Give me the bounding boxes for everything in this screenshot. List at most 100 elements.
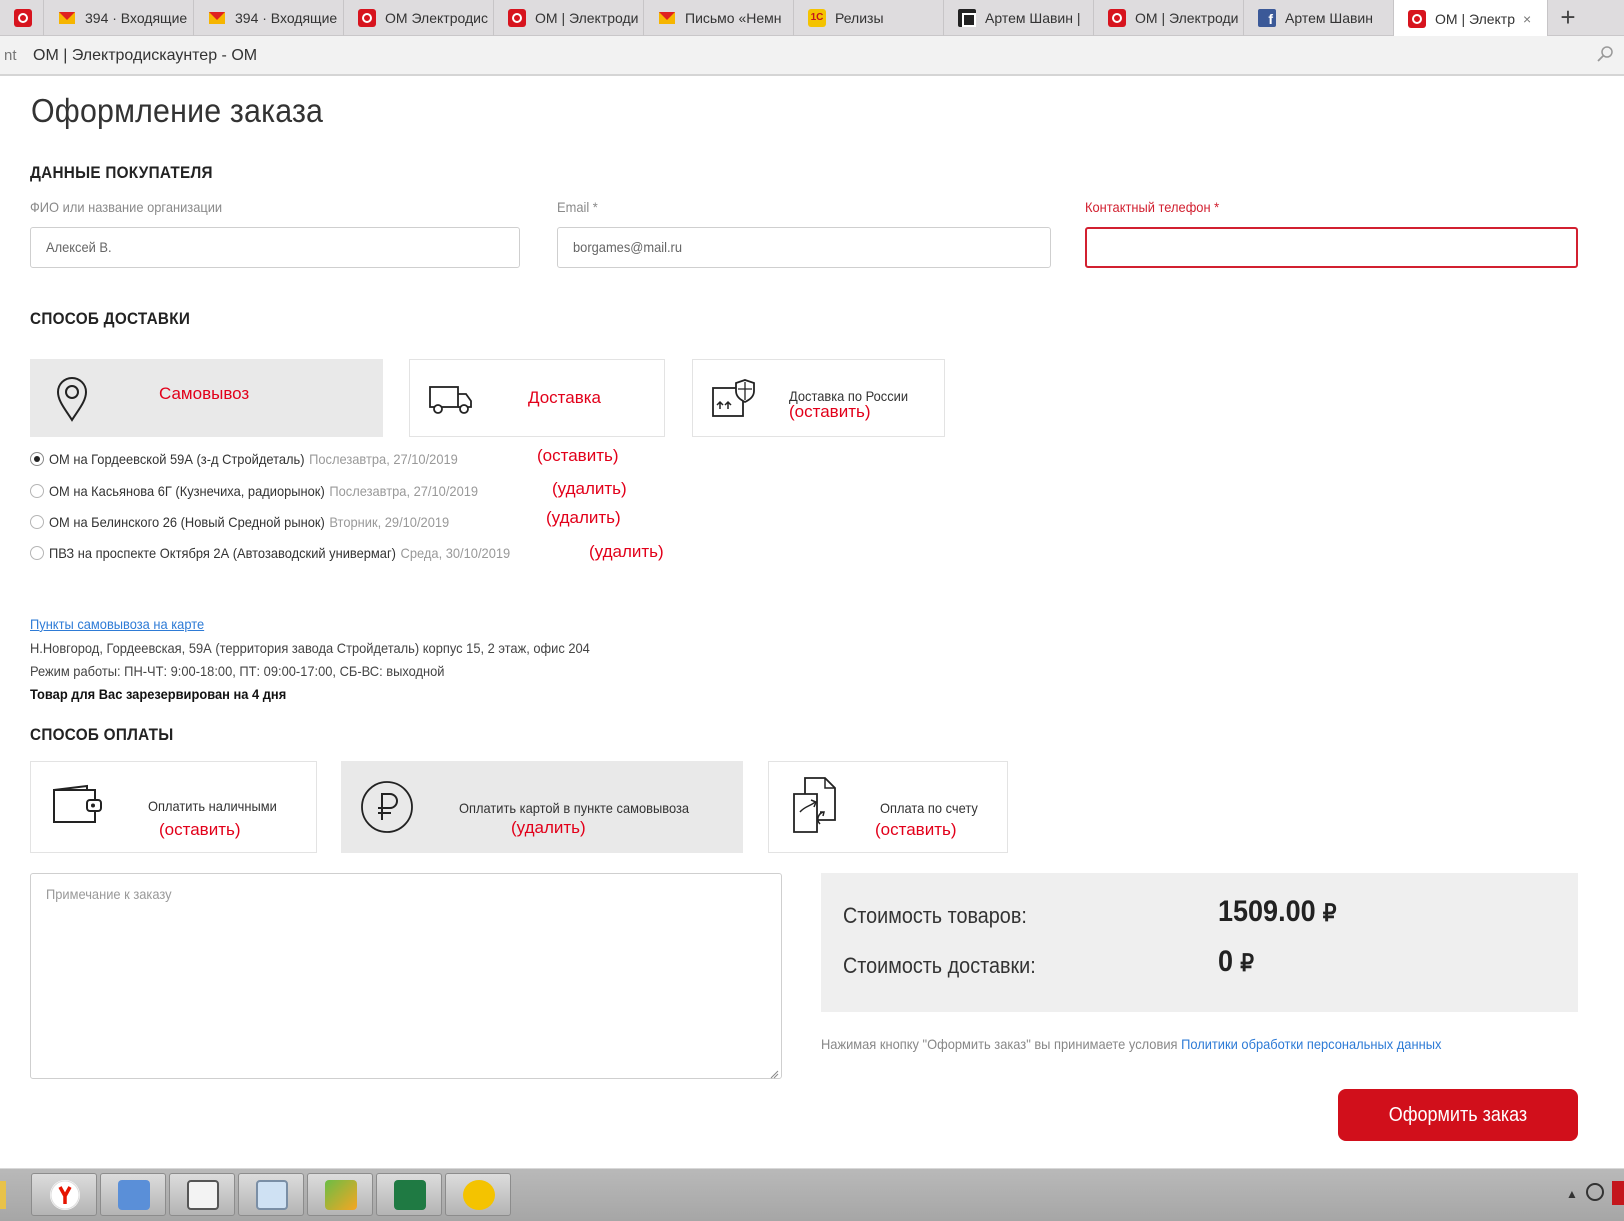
delivery-option-label: Доставка: [528, 388, 602, 407]
radio-checked[interactable]: [30, 452, 44, 466]
name-field-label: ФИО или название организации: [30, 199, 223, 215]
new-tab-button[interactable]: +: [1548, 0, 1588, 36]
close-icon[interactable]: ×: [1523, 11, 1531, 27]
page-title: Оформление заказа: [31, 92, 324, 129]
delivery-option-russia[interactable]: Доставка по России (оставить): [692, 359, 945, 437]
om-icon: [14, 9, 32, 27]
search-icon[interactable]: [1596, 45, 1616, 65]
tab-label: Релизы: [835, 10, 884, 26]
tab-label: ОМ | Электроди: [535, 10, 639, 26]
delivery-section-title: СПОСОБ ДОСТАВКИ: [30, 309, 191, 328]
pickup-point-note: (оставить): [537, 446, 619, 465]
pickup-point-option[interactable]: ОМ на Гордеевской 59А (з-д Стройдеталь) П…: [30, 449, 493, 469]
yandex-browser-icon: [50, 1180, 80, 1210]
payment-option-note: (оставить): [875, 820, 957, 839]
goods-cost-amount: 1509.00: [1218, 895, 1316, 928]
phone-field-label: Контактный телефон *: [1085, 199, 1220, 215]
browser-tab[interactable]: ОМ Электродис: [344, 0, 494, 36]
phone-field[interactable]: [1085, 227, 1578, 268]
browser-tab[interactable]: [0, 0, 44, 36]
radio-unchecked[interactable]: [30, 484, 44, 498]
browser-tab[interactable]: ОМ | Электроди: [1094, 0, 1244, 36]
taskbar-app-monitor[interactable]: [238, 1173, 304, 1216]
delivery-option-courier[interactable]: Доставка: [409, 359, 665, 437]
tab-label: Письмо «Немн: [685, 10, 782, 26]
delivery-cost-value: 0 ₽: [1218, 945, 1254, 979]
browser-tab[interactable]: Артем Шавин |: [944, 0, 1094, 36]
pickup-point-date: Среда, 30/10/2019: [400, 545, 511, 561]
trello-icon: [958, 9, 976, 27]
pickup-point-date: Вторник, 29/10/2019: [329, 514, 450, 530]
truck-icon: [428, 384, 474, 421]
clipboard-icon: [187, 1180, 219, 1210]
browser-tab-active[interactable]: ОМ | Электр ×: [1394, 0, 1548, 37]
taskbar-app-1c[interactable]: [445, 1173, 511, 1216]
os-taskbar: ▲: [0, 1168, 1624, 1221]
system-tray: ▲: [1558, 1169, 1624, 1221]
submit-order-button[interactable]: Оформить заказ: [1338, 1089, 1578, 1141]
tab-label: Артем Шавин |: [985, 10, 1081, 26]
taskbar-app-excel[interactable]: [376, 1173, 442, 1216]
om-icon: [508, 9, 526, 27]
browser-tab[interactable]: 394 · Входящие: [194, 0, 344, 36]
folder-icon[interactable]: [0, 1181, 6, 1209]
browser-tab[interactable]: ОМ | Электроди: [494, 0, 644, 36]
reserve-notice: Товар для Вас зарезервирован на 4 дня: [30, 686, 287, 702]
tab-label: Артем Шавин: [1285, 10, 1373, 26]
pickup-map-link[interactable]: Пункты самовывоза на карте: [30, 616, 204, 632]
taskbar-app-yandex[interactable]: [31, 1173, 97, 1216]
facebook-icon: f: [1258, 9, 1276, 27]
name-field[interactable]: Алексей В.: [30, 227, 520, 268]
ruble-sign: ₽: [1240, 950, 1254, 977]
pickup-point-name: ПВЗ на проспекте Октября 2А (Автозаводск…: [49, 545, 396, 561]
terms-notice: Нажимая кнопку "Оформить заказ" вы прини…: [821, 1036, 1441, 1052]
taskbar-app-maps[interactable]: [307, 1173, 373, 1216]
tray-expand-icon[interactable]: ▲: [1566, 1187, 1578, 1201]
pickup-point-name: ОМ на Гордеевской 59А (з-д Стройдеталь): [49, 451, 305, 467]
payment-option-label: Оплата по счету: [880, 800, 978, 816]
radio-unchecked[interactable]: [30, 546, 44, 560]
order-totals: Стоимость товаров: 1509.00 ₽ Стоимость до…: [821, 873, 1578, 1012]
taskbar-app-control-panel[interactable]: [100, 1173, 166, 1216]
pickup-point-option[interactable]: ОМ на Касьянова 6Г (Кузнечиха, радиорыно…: [30, 481, 515, 501]
payment-option-cash[interactable]: Оплатить наличными (оставить): [30, 761, 317, 853]
pickup-point-option[interactable]: ПВЗ на проспекте Октября 2А (Автозаводск…: [30, 543, 550, 563]
browser-tab[interactable]: 1С Релизы: [794, 0, 944, 36]
mail-icon: [208, 9, 226, 27]
pickup-point-date: Послезавтра, 27/10/2019: [309, 451, 458, 467]
privacy-policy-link[interactable]: Политики обработки персональных данных: [1181, 1036, 1441, 1052]
om-icon: [1108, 9, 1126, 27]
resize-grip-icon[interactable]: [769, 1066, 779, 1079]
radio-unchecked[interactable]: [30, 515, 44, 529]
control-panel-icon: [118, 1180, 150, 1210]
delivery-option-pickup[interactable]: Самовывоз: [30, 359, 383, 437]
payment-section-title: СПОСОБ ОПЛАТЫ: [30, 725, 174, 744]
excel-icon: [394, 1180, 426, 1210]
wallet-icon: [51, 784, 103, 831]
comment-placeholder: Примечание к заказу: [46, 886, 172, 902]
ruble-sign: ₽: [1322, 900, 1337, 927]
taskbar-app-clipboard[interactable]: [169, 1173, 235, 1216]
tab-label: ОМ | Электр: [1435, 10, 1516, 27]
payment-option-invoice[interactable]: Оплата по счету (оставить): [768, 761, 1008, 853]
address-page-title: ОМ | Электродискаунтер - ОМ: [33, 47, 258, 64]
browser-tab[interactable]: 394 · Входящие: [44, 0, 194, 36]
address-bar[interactable]: nt ОМ | Электродискаунтер - ОМ: [0, 36, 1624, 76]
pickup-point-option[interactable]: ОМ на Белинского 26 (Новый Средной рынок…: [30, 512, 484, 532]
pickup-point-note: (удалить): [546, 508, 621, 527]
checkout-page: Оформление заказа ДАННЫЕ ПОКУПАТЕЛЯ ФИО …: [4, 78, 1620, 1168]
payment-option-card[interactable]: Оплатить картой в пункте самовывоза (уда…: [341, 761, 743, 853]
browser-tab[interactable]: Письмо «Немн: [644, 0, 794, 36]
tab-label: 394 · Входящие: [85, 10, 188, 26]
tab-label: 394 · Входящие: [235, 10, 338, 26]
tray-app-icon[interactable]: [1612, 1181, 1624, 1205]
email-field-value: borgames@mail.ru: [573, 239, 683, 255]
browser-tab[interactable]: f Артем Шавин: [1244, 0, 1394, 36]
payment-option-label: Оплатить картой в пункте самовывоза: [459, 800, 690, 816]
order-comment-textarea[interactable]: Примечание к заказу: [30, 873, 782, 1079]
address-prefix: nt: [4, 47, 17, 64]
pickup-point-note: (удалить): [552, 479, 627, 498]
email-field[interactable]: borgames@mail.ru: [557, 227, 1051, 268]
network-icon[interactable]: [1586, 1183, 1604, 1201]
pickup-hours: Режим работы: ПН-ЧТ: 9:00-18:00, ПТ: 09:…: [30, 663, 445, 679]
